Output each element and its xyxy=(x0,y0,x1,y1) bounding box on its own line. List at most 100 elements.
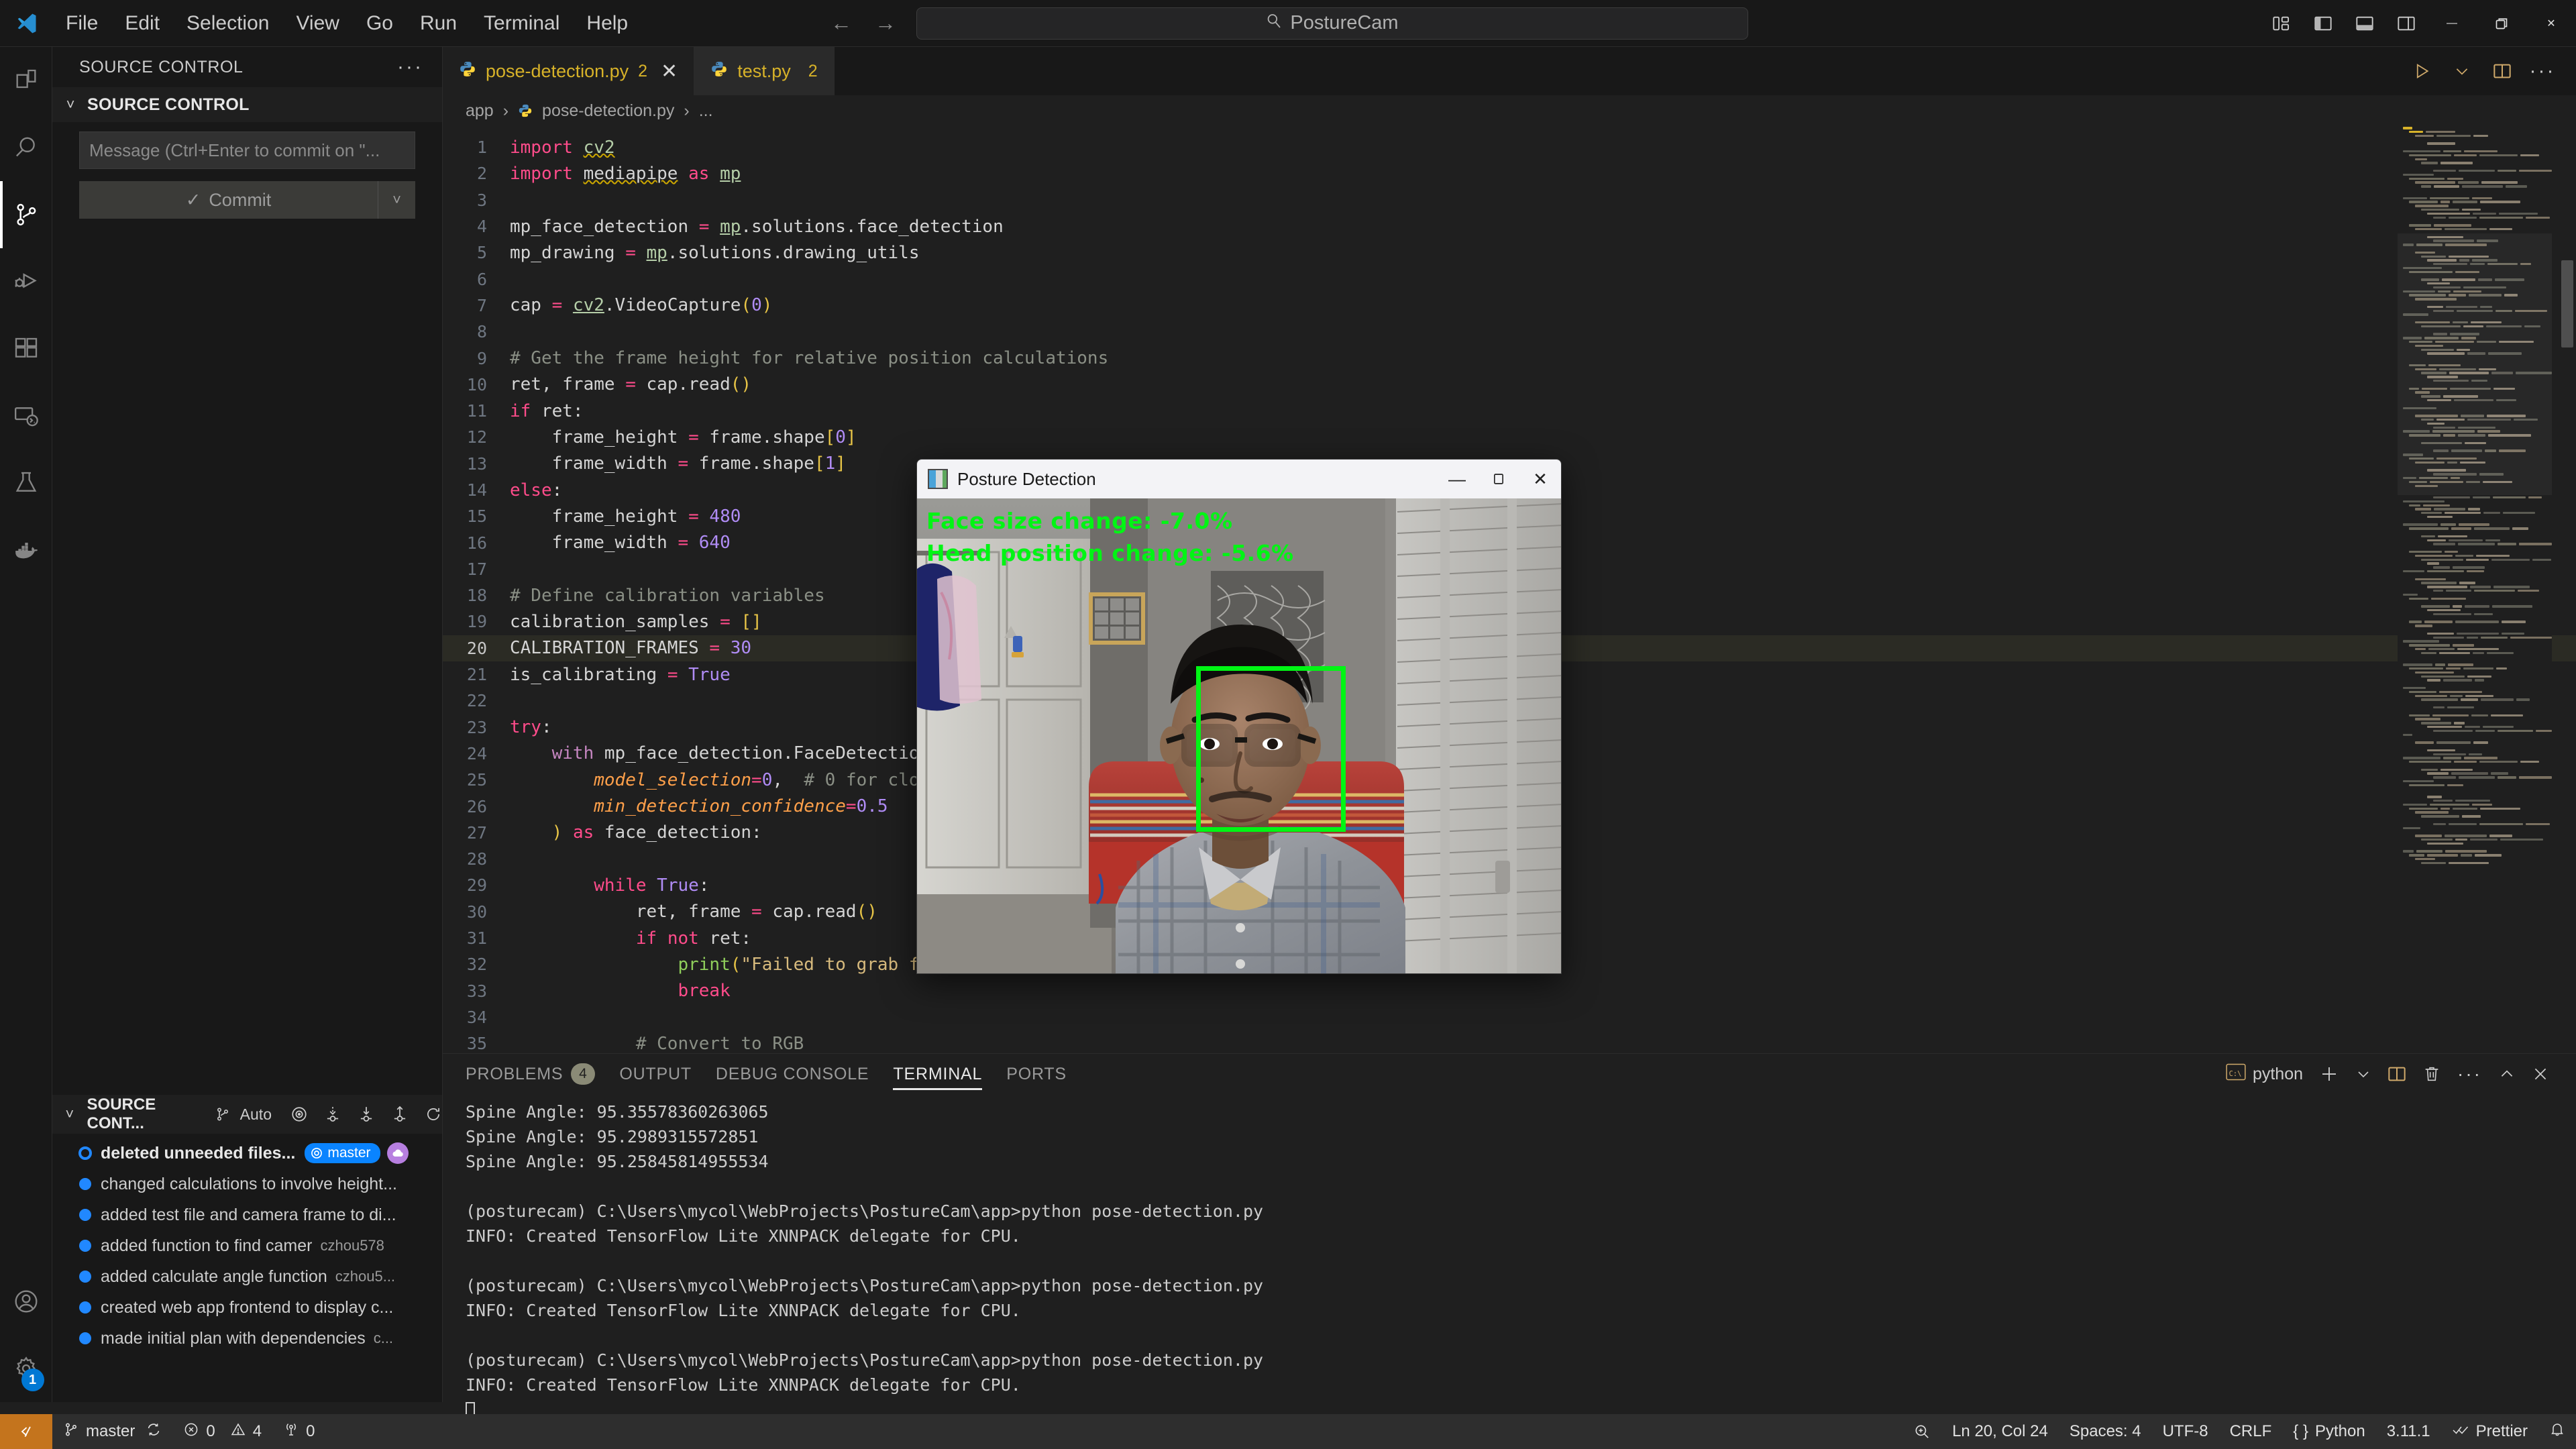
views-and-more-actions-icon[interactable]: ··· xyxy=(2451,1054,2489,1094)
window-close-button[interactable]: ✕ xyxy=(2526,0,2576,47)
status-language-mode[interactable]: { } Python xyxy=(2282,1414,2375,1449)
tab-terminal[interactable]: TERMINAL xyxy=(893,1054,983,1094)
sidebar-item-source-control[interactable] xyxy=(0,181,52,248)
tab-debug-console[interactable]: DEBUG CONSOLE xyxy=(716,1054,869,1094)
posture-minimize-button[interactable]: — xyxy=(1436,460,1478,498)
close-panel-icon[interactable] xyxy=(2525,1054,2556,1094)
menu-item-view[interactable]: View xyxy=(282,8,352,39)
scrollbar-thumb[interactable] xyxy=(2561,260,2573,347)
code-line[interactable]: 34 xyxy=(443,1004,2576,1030)
code-line[interactable]: 10 ret, frame = cap.read() xyxy=(443,372,2576,398)
tab-test-py[interactable]: test.py 2 xyxy=(694,47,835,95)
sidebar-item-testing[interactable] xyxy=(0,449,52,517)
new-terminal-icon[interactable] xyxy=(2312,1054,2346,1094)
tab-close-icon[interactable]: ✕ xyxy=(661,60,678,83)
sidebar-item-search[interactable] xyxy=(0,114,52,181)
tab-ports[interactable]: PORTS xyxy=(1006,1054,1067,1094)
status-branch[interactable]: master xyxy=(52,1414,172,1449)
customize-layout-icon[interactable] xyxy=(2261,0,2302,47)
minimap-viewport[interactable] xyxy=(2398,233,2552,495)
code-line[interactable]: 7 cap = cv2.VideoCapture(0) xyxy=(443,292,2576,319)
code-line[interactable]: 6 xyxy=(443,266,2576,292)
toggle-secondary-sidebar-icon[interactable] xyxy=(2385,0,2427,47)
menu-item-selection[interactable]: Selection xyxy=(173,8,282,39)
terminal-output[interactable]: Spine Angle: 95.35578360263065 Spine Angl… xyxy=(443,1094,2576,1429)
sidebar-item-remote-explorer[interactable] xyxy=(0,382,52,449)
sidebar-item-docker[interactable] xyxy=(0,517,52,584)
pull-icon[interactable] xyxy=(358,1106,375,1123)
minimap[interactable] xyxy=(2398,126,2552,891)
list-item[interactable]: added test file and camera frame to di..… xyxy=(52,1199,442,1230)
tab-output[interactable]: OUTPUT xyxy=(619,1054,692,1094)
fetch-icon[interactable] xyxy=(324,1106,341,1123)
push-icon[interactable] xyxy=(391,1106,409,1123)
maximize-panel-icon[interactable] xyxy=(2491,1054,2522,1094)
code-line[interactable]: 9 # Get the frame height for relative pos… xyxy=(443,345,2576,371)
status-search-magnifier[interactable] xyxy=(1902,1414,1941,1449)
refresh-icon[interactable] xyxy=(425,1106,442,1123)
list-item[interactable]: created web app frontend to display c... xyxy=(52,1292,442,1323)
split-terminal-icon[interactable] xyxy=(2381,1054,2413,1094)
toggle-panel-icon[interactable] xyxy=(2344,0,2385,47)
kill-terminal-icon[interactable] xyxy=(2416,1054,2448,1094)
code-line[interactable]: 4 mp_face_detection = mp.solutions.face_d… xyxy=(443,213,2576,239)
sidebar-more-actions-icon[interactable]: ··· xyxy=(397,56,423,78)
code-line[interactable]: 1 import cv2 xyxy=(443,134,2576,160)
menu-item-edit[interactable]: Edit xyxy=(111,8,173,39)
breadcrumb-item-file[interactable]: pose-detection.py xyxy=(542,101,674,121)
status-encoding[interactable]: UTF-8 xyxy=(2152,1414,2219,1449)
terminal-selector[interactable]: C:\ python xyxy=(2219,1054,2310,1094)
target-icon[interactable] xyxy=(290,1106,308,1123)
more-actions-icon[interactable]: ··· xyxy=(2524,47,2561,95)
source-control-section-header[interactable]: ˅ SOURCE CONTROL xyxy=(52,87,442,122)
commit-button[interactable]: ✓ Commit xyxy=(79,181,378,219)
remote-window-icon[interactable] xyxy=(0,1414,52,1449)
code-line[interactable]: 3 xyxy=(443,187,2576,213)
command-center-search[interactable]: PostureCam xyxy=(916,7,1748,40)
run-options-chevron-icon[interactable] xyxy=(2443,47,2481,95)
menu-item-go[interactable]: Go xyxy=(353,8,407,39)
status-formatter[interactable]: Prettier xyxy=(2441,1414,2538,1449)
status-interpreter-version[interactable]: 3.11.1 xyxy=(2376,1414,2441,1449)
list-item[interactable]: made initial plan with dependencies c... xyxy=(52,1323,442,1354)
status-notifications[interactable] xyxy=(2538,1414,2576,1449)
list-item[interactable]: added function to find camer czhou578 xyxy=(52,1230,442,1261)
code-line[interactable]: 11 if ret: xyxy=(443,398,2576,424)
code-line[interactable]: 2 import mediapipe as mp xyxy=(443,160,2576,186)
tab-pose-detection-py[interactable]: pose-detection.py 2 ✕ xyxy=(443,47,695,95)
terminal-profile-chevron-icon[interactable] xyxy=(2349,1054,2378,1094)
accounts-icon[interactable] xyxy=(0,1268,52,1335)
commit-dropdown-button[interactable]: ˅ xyxy=(378,181,415,219)
menu-item-run[interactable]: Run xyxy=(407,8,470,39)
posture-detection-window[interactable]: Posture Detection — ✕ Face size change: … xyxy=(916,459,1562,974)
code-line[interactable]: 5 mp_drawing = mp.solutions.drawing_utils xyxy=(443,239,2576,266)
posture-maximize-button[interactable] xyxy=(1478,460,1519,498)
toggle-primary-sidebar-icon[interactable] xyxy=(2302,0,2344,47)
run-python-file-icon[interactable] xyxy=(2403,47,2440,95)
posture-close-button[interactable]: ✕ xyxy=(1519,460,1561,498)
split-editor-icon[interactable] xyxy=(2483,47,2521,95)
posture-window-titlebar[interactable]: Posture Detection — ✕ xyxy=(917,460,1561,498)
status-eol[interactable]: CRLF xyxy=(2219,1414,2283,1449)
code-line[interactable]: 33 break xyxy=(443,978,2576,1004)
commit-message-input[interactable]: Message (Ctrl+Enter to commit on "... xyxy=(79,131,415,169)
list-item[interactable]: deleted unneeded files... master xyxy=(52,1138,442,1169)
window-restore-button[interactable] xyxy=(2477,0,2526,47)
source-control-graph-header[interactable]: ˅ SOURCE CONT... Auto xyxy=(52,1095,442,1134)
list-item[interactable]: changed calculations to involve height..… xyxy=(52,1169,442,1199)
breadcrumb-item-symbol[interactable]: ... xyxy=(699,101,713,121)
code-line[interactable]: 8 xyxy=(443,319,2576,345)
code-line[interactable]: 12 frame_height = frame.shape[0] xyxy=(443,424,2576,450)
status-indentation[interactable]: Spaces: 4 xyxy=(2059,1414,2152,1449)
status-ports[interactable]: 0 xyxy=(272,1414,325,1449)
window-minimize-button[interactable]: — xyxy=(2427,0,2477,47)
sidebar-item-run-and-debug[interactable] xyxy=(0,248,52,315)
navigate-back-icon[interactable]: ← xyxy=(828,11,855,36)
list-item[interactable]: added calculate angle function czhou5... xyxy=(52,1261,442,1292)
status-problems[interactable]: 0 4 xyxy=(172,1414,272,1449)
editor-scrollbar-vertical[interactable] xyxy=(2556,126,2576,891)
menu-item-file[interactable]: File xyxy=(52,8,111,39)
menu-item-terminal[interactable]: Terminal xyxy=(470,8,573,39)
menu-item-help[interactable]: Help xyxy=(573,8,641,39)
tab-problems[interactable]: PROBLEMS 4 xyxy=(466,1054,596,1094)
